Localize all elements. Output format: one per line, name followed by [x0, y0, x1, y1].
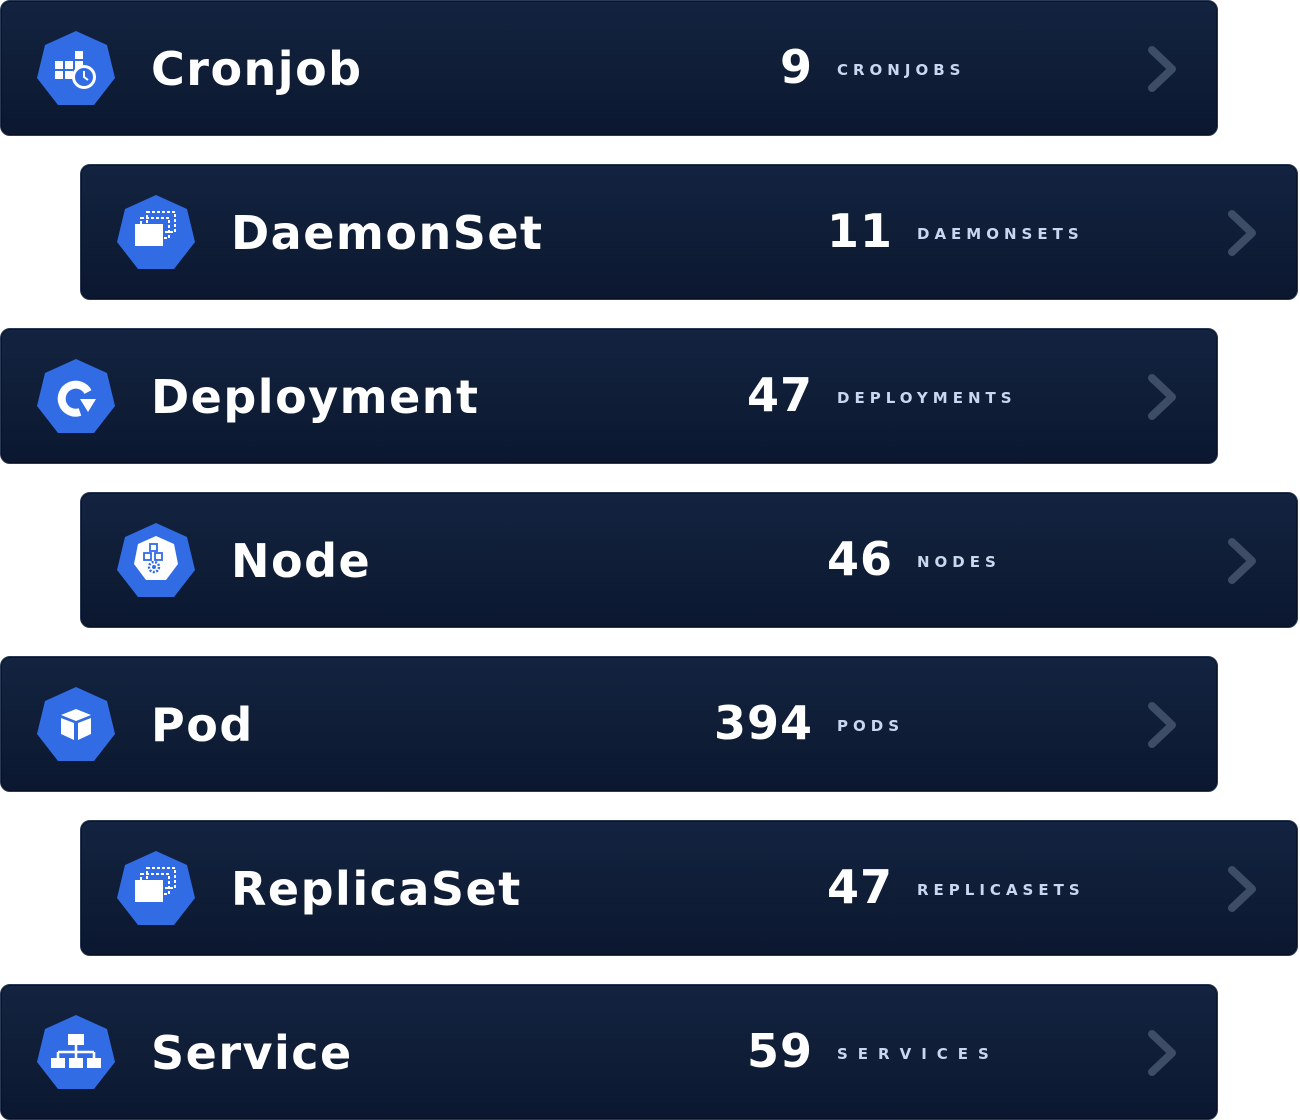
resource-card-daemonset[interactable]: DaemonSet 11 DAEMONSETS: [80, 164, 1298, 300]
resource-count: 394: [713, 696, 813, 750]
chevron-right-icon[interactable]: [1145, 701, 1181, 749]
resource-count: 9: [779, 40, 813, 94]
resource-count: 47: [746, 368, 813, 422]
resource-unit: DEPLOYMENTS: [837, 384, 1017, 409]
resource-unit: CRONJOBS: [837, 56, 966, 81]
resource-title: Node: [231, 534, 372, 588]
pod-icon: [34, 684, 118, 766]
resource-card-deployment[interactable]: Deployment 47 DEPLOYMENTS: [0, 328, 1218, 464]
resource-unit: REPLICASETS: [917, 876, 1085, 901]
replicaset-icon: [114, 848, 198, 930]
resource-card-service[interactable]: Service 59 SERVICES: [0, 984, 1218, 1120]
resource-unit: SERVICES: [837, 1040, 999, 1065]
resource-count: 59: [746, 1024, 813, 1078]
resource-title: DaemonSet: [231, 206, 544, 260]
resource-title: Cronjob: [151, 42, 363, 96]
resource-unit: PODS: [837, 712, 904, 737]
resource-count: 47: [826, 860, 893, 914]
chevron-right-icon[interactable]: [1225, 865, 1261, 913]
resource-card-node[interactable]: Node 46 NODES: [80, 492, 1298, 628]
deployment-icon: [34, 356, 118, 438]
resource-title: Pod: [151, 698, 254, 752]
resource-unit: DAEMONSETS: [917, 220, 1084, 245]
resource-card-replicaset[interactable]: ReplicaSet 47 REPLICASETS: [80, 820, 1298, 956]
resource-unit: NODES: [917, 548, 1001, 573]
chevron-right-icon[interactable]: [1145, 1029, 1181, 1077]
resource-title: Service: [151, 1026, 353, 1080]
resource-title: ReplicaSet: [231, 862, 522, 916]
chevron-right-icon[interactable]: [1145, 373, 1181, 421]
chevron-right-icon[interactable]: [1145, 45, 1181, 93]
node-icon: [114, 520, 198, 602]
chevron-right-icon[interactable]: [1225, 537, 1261, 585]
resource-title: Deployment: [151, 370, 480, 424]
resource-card-pod[interactable]: Pod 394 PODS: [0, 656, 1218, 792]
daemonset-icon: [114, 192, 198, 274]
chevron-right-icon[interactable]: [1225, 209, 1261, 257]
service-icon: [34, 1012, 118, 1094]
resource-count: 11: [826, 204, 893, 258]
resource-count: 46: [826, 532, 893, 586]
cronjob-icon: [34, 28, 118, 110]
resource-card-cronjob[interactable]: Cronjob 9 CRONJOBS: [0, 0, 1218, 136]
